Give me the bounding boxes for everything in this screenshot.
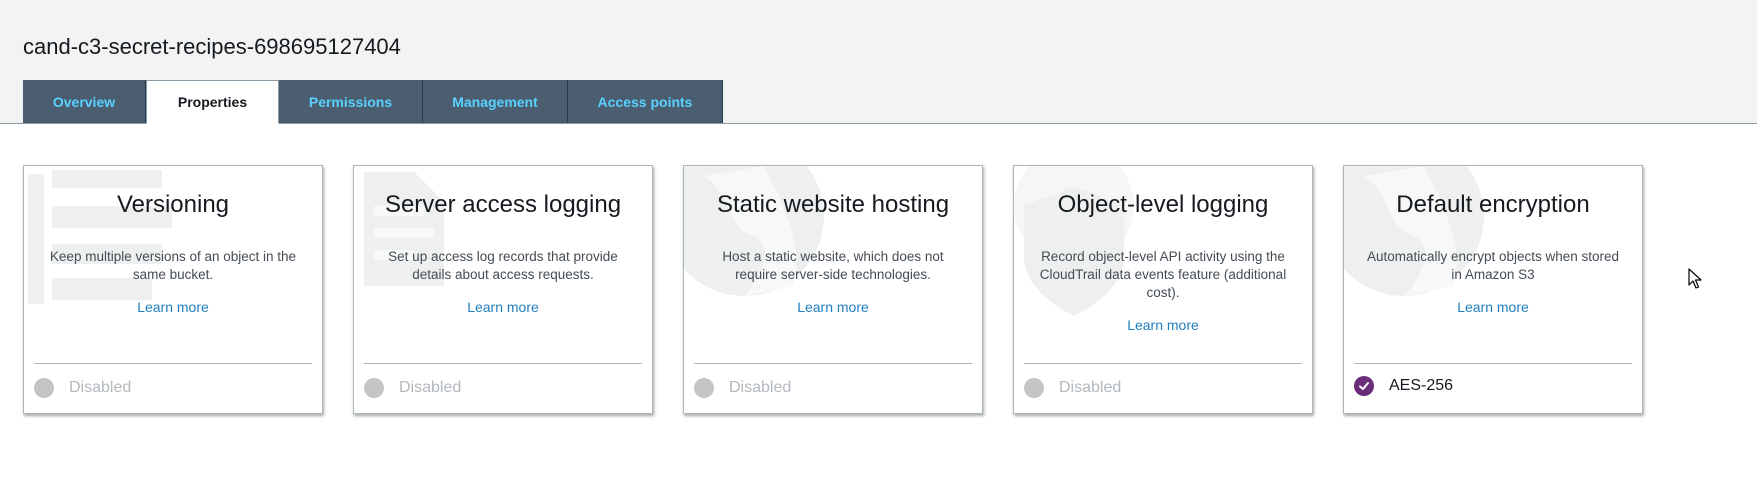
tab-overview[interactable]: Overview xyxy=(23,80,146,123)
card-default-encryption[interactable]: Default encryption Automatically encrypt… xyxy=(1343,165,1643,414)
divider xyxy=(694,363,972,364)
status-disabled-icon xyxy=(694,378,714,398)
status-text: Disabled xyxy=(1059,379,1122,396)
divider xyxy=(1354,363,1632,364)
card-title: Static website hosting xyxy=(716,191,950,218)
status-text: Disabled xyxy=(729,379,792,396)
card-object-level-logging[interactable]: Object-level logging Record object-level… xyxy=(1013,165,1313,414)
mouse-cursor-icon xyxy=(1688,268,1702,289)
tab-management[interactable]: Management xyxy=(423,80,568,123)
divider xyxy=(364,363,642,364)
tab-properties[interactable]: Properties xyxy=(146,80,279,124)
tab-bar: Overview Properties Permissions Manageme… xyxy=(23,80,723,124)
card-title: Object-level logging xyxy=(1057,191,1269,218)
status: Disabled xyxy=(34,376,131,400)
learn-more-link[interactable]: Learn more xyxy=(1014,317,1312,333)
status: Disabled xyxy=(694,376,791,400)
learn-more-link[interactable]: Learn more xyxy=(1344,299,1642,315)
learn-more-link[interactable]: Learn more xyxy=(354,299,652,315)
status-disabled-icon xyxy=(34,378,54,398)
divider xyxy=(1024,363,1302,364)
card-static-website-hosting[interactable]: Static website hosting Host a static web… xyxy=(683,165,983,414)
card-description: Host a static website, which does not re… xyxy=(722,249,944,282)
status: Disabled xyxy=(364,376,461,400)
tab-access-points[interactable]: Access points xyxy=(568,80,723,123)
property-cards: Versioning Keep multiple versions of an … xyxy=(23,165,1643,414)
status-text: AES-256 xyxy=(1389,377,1454,394)
card-server-access-logging[interactable]: Server access logging Set up access log … xyxy=(353,165,653,414)
learn-more-link[interactable]: Learn more xyxy=(24,299,322,315)
tab-permissions[interactable]: Permissions xyxy=(279,80,423,123)
card-versioning[interactable]: Versioning Keep multiple versions of an … xyxy=(23,165,323,414)
check-circle-icon xyxy=(1354,376,1374,396)
status: AES-256 xyxy=(1354,374,1453,398)
card-description: Set up access log records that provide d… xyxy=(388,249,618,282)
divider xyxy=(34,363,312,364)
card-title: Versioning xyxy=(116,191,230,218)
status-text: Disabled xyxy=(69,379,132,396)
status-disabled-icon xyxy=(364,378,384,398)
status-text: Disabled xyxy=(399,379,462,396)
card-description: Automatically encrypt objects when store… xyxy=(1366,249,1620,282)
status-disabled-icon xyxy=(1024,378,1044,398)
learn-more-link[interactable]: Learn more xyxy=(684,299,982,315)
card-title: Server access logging xyxy=(384,191,622,218)
card-description: Keep multiple versions of an object in t… xyxy=(49,249,297,282)
status: Disabled xyxy=(1024,376,1121,400)
card-description: Record object-level API activity using t… xyxy=(1039,249,1287,300)
card-title: Default encryption xyxy=(1396,191,1590,218)
page-title: cand-c3-secret-recipes-698695127404 xyxy=(23,34,401,59)
